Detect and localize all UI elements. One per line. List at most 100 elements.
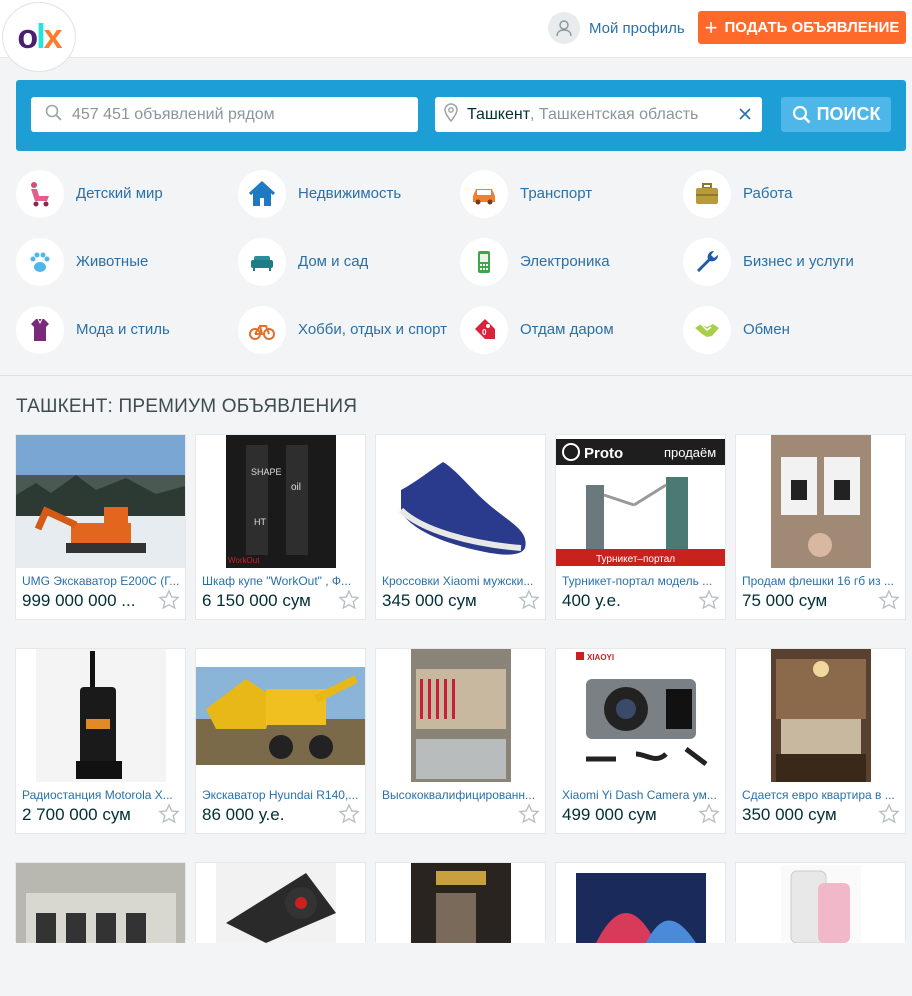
category-label: Хобби, отдых и спорт [298,321,448,338]
location-region: , Ташкентская область [530,105,699,123]
post-ad-label: ПОДАТЬ ОБЪЯВЛЕНИЕ [724,19,900,36]
profile-label: Мой профиль [589,19,685,37]
listing-title[interactable]: Экскаватор Hyundai R140,... [202,788,360,802]
favorite-star-icon[interactable] [878,589,900,611]
category-label: Недвижимость [298,185,402,202]
category-jobs[interactable]: Работа [683,170,893,218]
dashcam-photo: XIAOYI [556,649,725,782]
olx-logo[interactable]: olx [2,2,76,72]
category-real-estate[interactable]: Недвижимость [238,170,448,218]
favorite-star-icon[interactable] [518,589,540,611]
category-transport[interactable]: Транспорт [460,170,670,218]
stroller-icon [16,170,64,218]
category-label: Дом и сад [298,253,369,270]
clear-location-icon[interactable] [736,105,754,123]
listing-title[interactable]: Xiaomi Yi Dash Camera ум... [562,788,720,802]
listing-title[interactable]: UMG Экскаватор E200C (Г... [22,574,180,588]
category-kids[interactable]: Детский мир [16,170,226,218]
listing-title[interactable]: Высококвалифицированн... [382,788,540,802]
listing-title[interactable]: Турникет-портал модель ... [562,574,720,588]
category-electronics[interactable]: Электроника [460,238,670,286]
listing-card[interactable] [375,862,546,943]
listing-card[interactable]: SHAPE oil HT WorkOut Шкаф купе "WorkOut" , … [195,434,366,620]
listing-card[interactable] [555,862,726,943]
favorite-star-icon[interactable] [338,589,360,611]
category-free[interactable]: 0 Отдам даром [460,306,670,354]
listing-title[interactable]: Сдается евро квартира в ... [742,788,900,802]
listing-title[interactable]: Радиостанция Motorola X... [22,788,180,802]
location-field[interactable]: Ташкент, Ташкентская область [435,97,762,132]
favorite-star-icon[interactable] [338,803,360,825]
favorite-star-icon[interactable] [518,803,540,825]
user-avatar-icon [548,12,580,44]
category-label: Электроника [520,253,610,270]
listing-price: 6 150 000 сум [202,591,311,610]
svg-text:HT: HT [254,517,266,527]
listing-card[interactable]: Продам флешки 16 гб из ... 75 000 сум [735,434,906,620]
category-label: Обмен [743,321,790,338]
listing-title[interactable]: Продам флешки 16 гб из ... [742,574,900,588]
post-ad-button[interactable]: + ПОДАТЬ ОБЪЯВЛЕНИЕ [698,11,906,44]
category-label: Животные [76,253,149,270]
search-button-icon [792,105,810,124]
category-label: Мода и стиль [76,321,170,338]
graphics-card-photo [196,863,365,996]
favorite-star-icon[interactable] [698,803,720,825]
listing-price: 75 000 сум [742,591,828,610]
listing-price: 499 000 сум [562,805,657,824]
section-title: ТАШКЕНТ: ПРЕМИУМ ОБЪЯВЛЕНИЯ [16,396,358,417]
dress-icon [16,306,64,354]
listing-card[interactable]: Proto продаём Турникет–портал Турникет-пор… [555,434,726,620]
category-label: Отдам даром [520,321,614,338]
listing-card[interactable]: Кроссовки Xiaomi мужски... 345 000 сум [375,434,546,620]
listing-price: 350 000 сум [742,805,837,824]
category-label: Транспорт [520,185,593,202]
listing-price: 400 у.е. [562,591,621,610]
top-header: olx Мой профиль + ПОДАТЬ ОБЪЯВЛЕНИЕ [0,0,912,72]
category-exchange[interactable]: Обмен [683,306,893,354]
excavator-photo [16,435,185,568]
search-button[interactable]: ПОИСК [781,97,891,132]
listing-title[interactable]: Кроссовки Xiaomi мужски... [382,574,540,588]
listing-card[interactable]: XIAOYI Xiaomi Yi Dash Camera ум... 499 0… [555,648,726,834]
category-hobby[interactable]: Хобби, отдых и спорт [238,306,448,354]
favorite-star-icon[interactable] [878,803,900,825]
bedroom-photo [736,649,905,782]
wrench-icon [683,238,731,286]
listing-card[interactable]: Высококвалифицированн... [375,648,546,834]
listing-card[interactable]: Экскаватор Hyundai R140,... 86 000 у.е. [195,648,366,834]
category-home-garden[interactable]: Дом и сад [238,238,448,286]
listing-card[interactable]: Радиостанция Motorola X... 2 700 000 сум [15,648,186,834]
house-icon [238,170,286,218]
radio-photo [16,649,185,782]
listing-card[interactable] [195,862,366,943]
listing-card[interactable]: UMG Экскаватор E200C (Г... 999 000 000 .… [15,434,186,620]
paw-icon [16,238,64,286]
search-input[interactable] [72,105,392,124]
corset-ad-photo [376,863,545,996]
search-panel: Ташкент, Ташкентская область ПОИСК [16,80,906,151]
svg-text:0: 0 [482,328,487,337]
car-icon [460,170,508,218]
location-pin-icon [444,102,458,127]
listing-card[interactable] [15,862,186,943]
listing-card[interactable]: Сдается евро квартира в ... 350 000 сум [735,648,906,834]
flash-drive-photo [736,435,905,568]
category-fashion[interactable]: Мода и стиль [16,306,226,354]
briefcase-icon [683,170,731,218]
favorite-star-icon[interactable] [698,589,720,611]
category-animals[interactable]: Животные [16,238,226,286]
search-button-label: ПОИСК [816,104,881,124]
proto-brand: Proto [584,445,623,462]
favorite-star-icon[interactable] [158,589,180,611]
favorite-star-icon[interactable] [158,803,180,825]
listing-price: 999 000 000 ... [22,591,136,610]
profile-link[interactable]: Мой профиль [548,12,685,44]
listing-card[interactable] [735,862,906,943]
price-tag-icon: 0 [460,306,508,354]
category-business[interactable]: Бизнес и услуги [683,238,893,286]
svg-text:WorkOut: WorkOut [228,556,260,565]
search-field[interactable] [31,97,418,132]
category-label: Работа [743,185,793,202]
listing-title[interactable]: Шкаф купе "WorkOut" , Ф... [202,574,360,588]
